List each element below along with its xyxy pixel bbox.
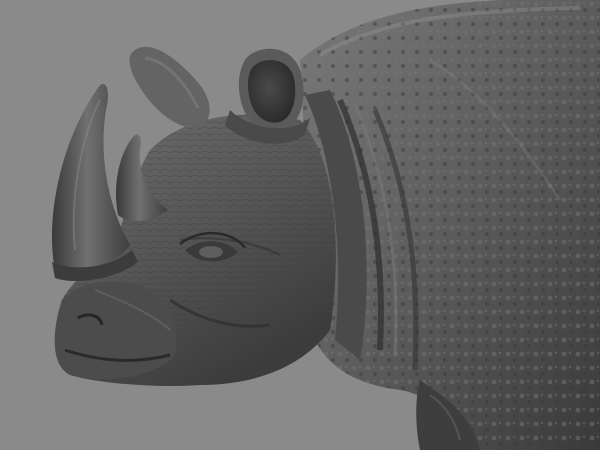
left-ear (129, 46, 210, 128)
viewport (0, 0, 600, 450)
rhino-render (52, 0, 600, 450)
